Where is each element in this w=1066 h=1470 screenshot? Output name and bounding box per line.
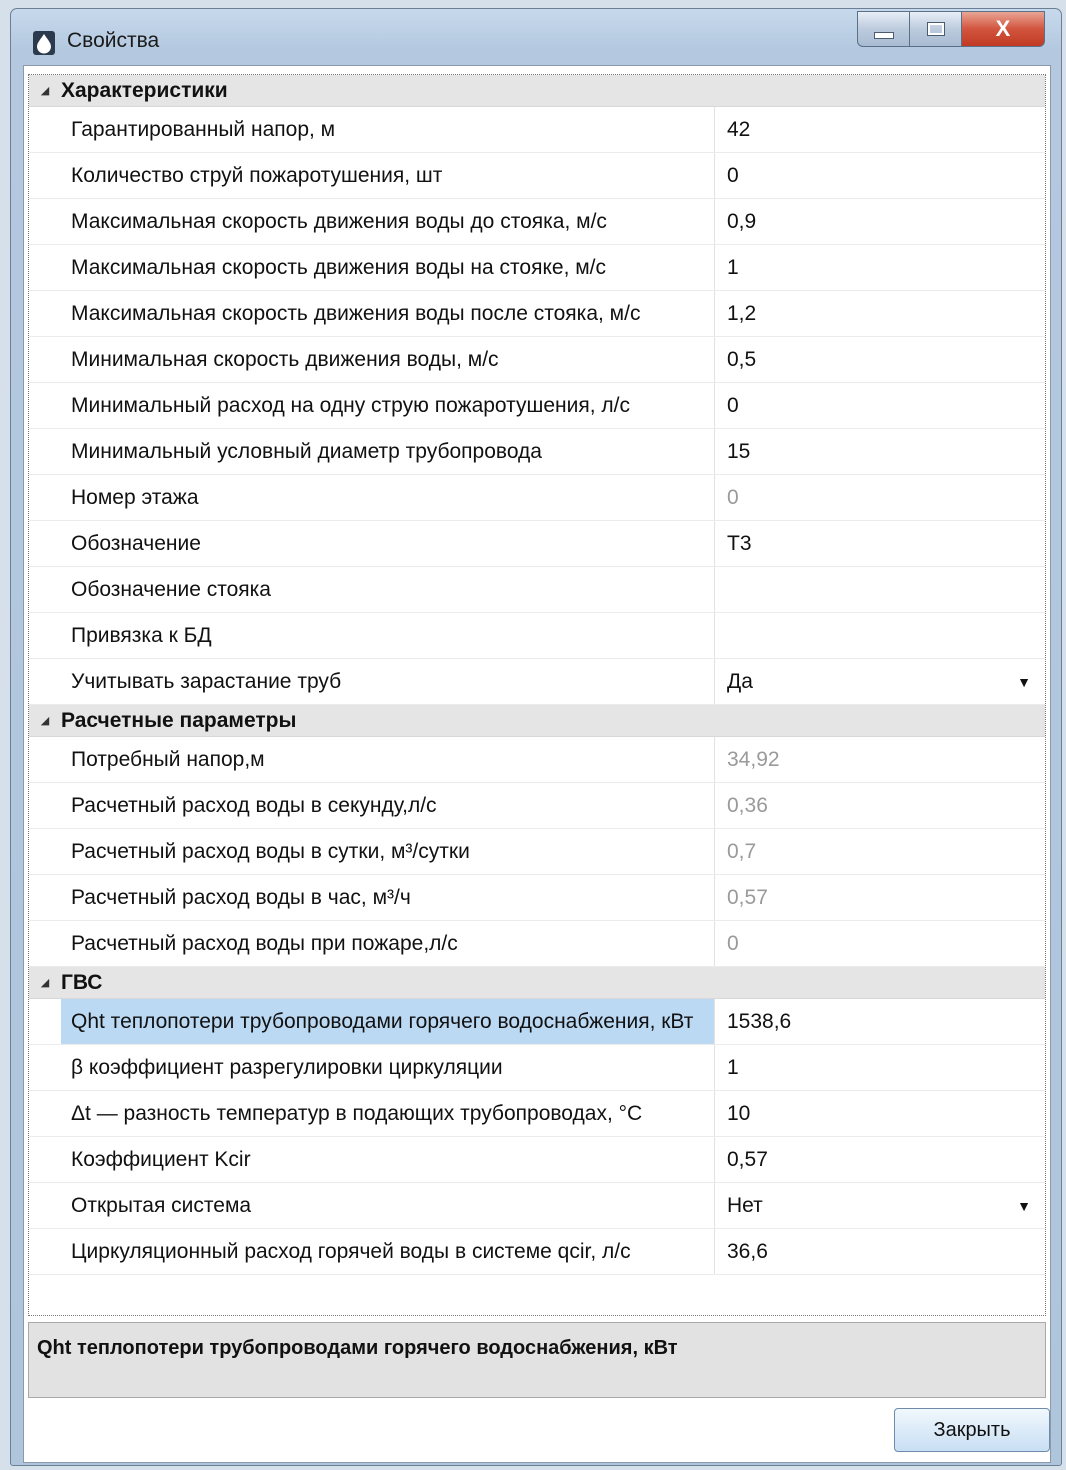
property-name: Расчетный расход воды в сутки, м³/сутки bbox=[61, 829, 715, 874]
property-value-readonly: 34,92 bbox=[727, 747, 780, 771]
property-row[interactable]: Привязка к БД bbox=[29, 613, 1045, 659]
property-name: Расчетный расход воды в час, м³/ч bbox=[61, 875, 715, 920]
property-value[interactable]: Т3 bbox=[715, 521, 1045, 566]
property-value-readonly: 0,57 bbox=[727, 885, 768, 909]
property-row[interactable]: Расчетный расход воды в секунду,л/с 0,36 bbox=[29, 783, 1045, 829]
property-dropdown[interactable]: Да ▼ bbox=[715, 659, 1045, 704]
maximize-button[interactable] bbox=[909, 11, 961, 47]
property-row[interactable]: Максимальная скорость движения воды посл… bbox=[29, 291, 1045, 337]
description-panel: Qht теплопотери трубопроводами горячего … bbox=[28, 1322, 1046, 1398]
property-row[interactable]: Циркуляционный расход горячей воды в сис… bbox=[29, 1229, 1045, 1275]
property-name: Обозначение bbox=[61, 521, 715, 566]
property-value-readonly: 0,36 bbox=[727, 793, 768, 817]
property-name: Привязка к БД bbox=[61, 613, 715, 658]
property-row[interactable]: Обозначение стояка bbox=[29, 567, 1045, 613]
category-header[interactable]: ◢ Расчетные параметры bbox=[29, 705, 1045, 737]
property-value-readonly: 0 bbox=[727, 485, 739, 509]
property-name: Максимальная скорость движения воды на с… bbox=[61, 245, 715, 290]
close-icon: X bbox=[995, 16, 1011, 41]
property-name: Обозначение стояка bbox=[61, 567, 715, 612]
category-header[interactable]: ◢ ГВС bbox=[29, 967, 1045, 999]
property-row[interactable]: Количество струй пожаротушения, шт 0 bbox=[29, 153, 1045, 199]
property-value[interactable]: 0,5 bbox=[715, 337, 1045, 382]
property-value[interactable] bbox=[715, 567, 1045, 612]
properties-window: Свойства X ◢ Характеристики Гарантирован… bbox=[10, 8, 1062, 1466]
property-name: Количество струй пожаротушения, шт bbox=[61, 153, 715, 198]
category-label: Характеристики bbox=[61, 78, 228, 102]
dropdown-arrow-icon[interactable]: ▼ bbox=[1017, 674, 1031, 690]
collapse-icon[interactable]: ◢ bbox=[29, 84, 61, 97]
window-title: Свойства bbox=[67, 29, 160, 52]
property-row[interactable]: Коэффициент Kcir 0,57 bbox=[29, 1137, 1045, 1183]
property-row[interactable]: Обозначение Т3 bbox=[29, 521, 1045, 567]
category-label: Расчетные параметры bbox=[61, 708, 297, 732]
property-row[interactable]: Гарантированный напор, м 42 bbox=[29, 107, 1045, 153]
property-row-selected[interactable]: Qht теплопотери трубопроводами горячего … bbox=[29, 999, 1045, 1045]
title-bar[interactable]: Свойства X bbox=[11, 9, 1061, 65]
property-row[interactable]: Минимальная скорость движения воды, м/с 0… bbox=[29, 337, 1045, 383]
property-value[interactable]: 0,57 bbox=[715, 1137, 1045, 1182]
property-name: Потребный напор,м bbox=[61, 737, 715, 782]
property-row[interactable]: Максимальная скорость движения воды на с… bbox=[29, 245, 1045, 291]
property-row[interactable]: Потребный напор,м 34,92 bbox=[29, 737, 1045, 783]
property-value[interactable] bbox=[715, 613, 1045, 658]
property-row[interactable]: Δt — разность температур в подающих труб… bbox=[29, 1091, 1045, 1137]
property-value-readonly: 0 bbox=[727, 931, 739, 955]
property-name: Открытая система bbox=[61, 1183, 715, 1228]
property-row[interactable]: Открытая система Нет ▼ bbox=[29, 1183, 1045, 1229]
property-name: Минимальный условный диаметр трубопровод… bbox=[61, 429, 715, 474]
property-value[interactable]: 1 bbox=[715, 1045, 1045, 1090]
property-row[interactable]: Учитывать зарастание труб Да ▼ bbox=[29, 659, 1045, 705]
category-header[interactable]: ◢ Характеристики bbox=[29, 75, 1045, 107]
property-name: Минимальный расход на одну струю пожарот… bbox=[61, 383, 715, 428]
property-name: Расчетный расход воды при пожаре,л/с bbox=[61, 921, 715, 966]
property-name: Максимальная скорость движения воды посл… bbox=[61, 291, 715, 336]
property-name: Учитывать зарастание труб bbox=[61, 659, 715, 704]
water-drop-icon bbox=[33, 31, 55, 55]
property-value[interactable]: 10 bbox=[715, 1091, 1045, 1136]
description-text: Qht теплопотери трубопроводами горячего … bbox=[37, 1337, 678, 1359]
property-name: Коэффициент Kcir bbox=[61, 1137, 715, 1182]
property-row[interactable]: Расчетный расход воды в час, м³/ч 0,57 bbox=[29, 875, 1045, 921]
property-name: Номер этажа bbox=[61, 475, 715, 520]
property-row[interactable]: β коэффициент разрегулировки циркуляции 1 bbox=[29, 1045, 1045, 1091]
property-value[interactable]: 36,6 bbox=[715, 1229, 1045, 1274]
property-row[interactable]: Минимальный условный диаметр трубопровод… bbox=[29, 429, 1045, 475]
property-value[interactable]: 42 bbox=[715, 107, 1045, 152]
close-window-button[interactable]: X bbox=[961, 11, 1045, 47]
minimize-button[interactable] bbox=[857, 11, 909, 47]
maximize-icon bbox=[926, 22, 945, 36]
property-dropdown[interactable]: Нет ▼ bbox=[715, 1183, 1045, 1228]
property-name: Максимальная скорость движения воды до с… bbox=[61, 199, 715, 244]
property-name: Циркуляционный расход горячей воды в сис… bbox=[61, 1229, 715, 1274]
property-name: Минимальная скорость движения воды, м/с bbox=[61, 337, 715, 382]
property-name: Гарантированный напор, м bbox=[61, 107, 715, 152]
client-area: ◢ Характеристики Гарантированный напор, … bbox=[23, 65, 1051, 1463]
property-value[interactable]: 1538,6 bbox=[715, 999, 1045, 1044]
property-row[interactable]: Максимальная скорость движения воды до с… bbox=[29, 199, 1045, 245]
property-value[interactable]: 1 bbox=[715, 245, 1045, 290]
property-row[interactable]: Расчетный расход воды в сутки, м³/сутки 0… bbox=[29, 829, 1045, 875]
minimize-icon bbox=[873, 31, 894, 39]
property-value[interactable]: 0 bbox=[715, 153, 1045, 198]
dropdown-arrow-icon[interactable]: ▼ bbox=[1017, 1198, 1031, 1214]
close-button[interactable]: Закрыть bbox=[894, 1408, 1050, 1452]
property-row[interactable]: Минимальный расход на одну струю пожарот… bbox=[29, 383, 1045, 429]
property-value[interactable]: 0 bbox=[715, 383, 1045, 428]
collapse-icon[interactable]: ◢ bbox=[29, 714, 61, 727]
category-label: ГВС bbox=[61, 970, 103, 994]
collapse-icon[interactable]: ◢ bbox=[29, 976, 61, 989]
property-row[interactable]: Расчетный расход воды при пожаре,л/с 0 bbox=[29, 921, 1045, 967]
property-value[interactable]: 1,2 bbox=[715, 291, 1045, 336]
property-name: Δt — разность температур в подающих труб… bbox=[61, 1091, 715, 1136]
property-value[interactable]: 15 bbox=[715, 429, 1045, 474]
property-row[interactable]: Номер этажа 0 bbox=[29, 475, 1045, 521]
property-value-readonly: 0,7 bbox=[727, 839, 757, 863]
property-name: β коэффициент разрегулировки циркуляции bbox=[61, 1045, 715, 1090]
property-value[interactable]: 0,9 bbox=[715, 199, 1045, 244]
property-grid: ◢ Характеристики Гарантированный напор, … bbox=[28, 74, 1046, 1316]
property-name: Расчетный расход воды в секунду,л/с bbox=[61, 783, 715, 828]
property-name: Qht теплопотери трубопроводами горячего … bbox=[61, 999, 715, 1044]
